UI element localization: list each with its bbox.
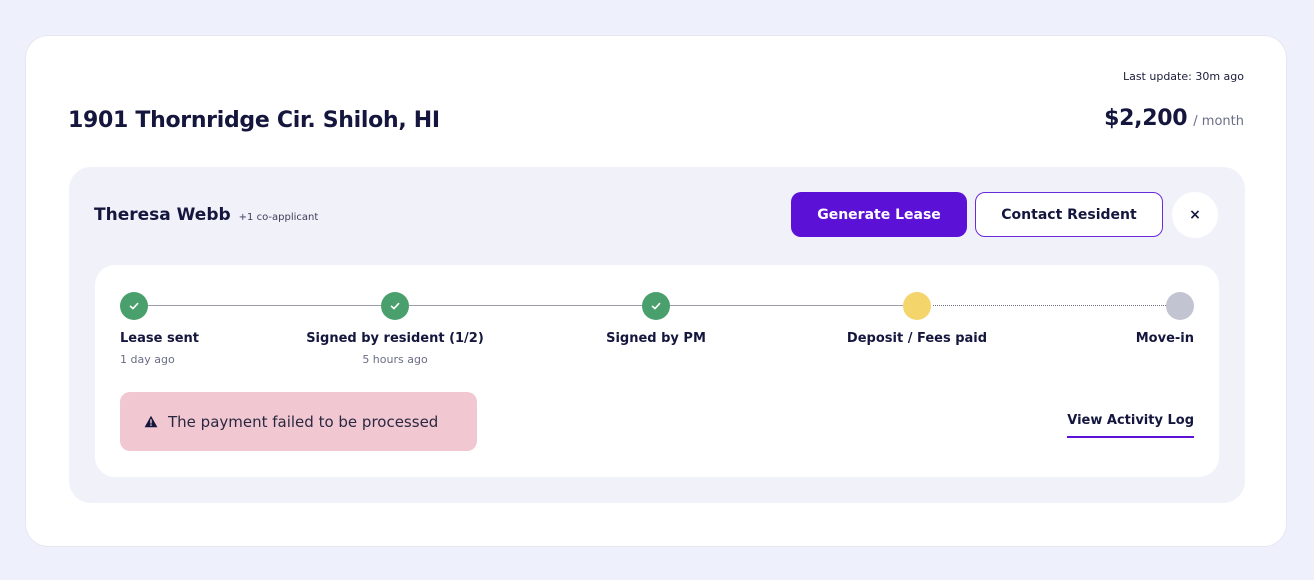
view-activity-log-link[interactable]: View Activity Log (1067, 413, 1194, 438)
close-icon: × (1189, 207, 1201, 223)
last-update-text: Last update: 30m ago (1122, 70, 1244, 83)
generate-lease-button[interactable]: Generate Lease (791, 192, 967, 237)
rent-amount: $2,200 (1104, 106, 1188, 131)
step-node-signed-pm (642, 292, 670, 320)
close-button[interactable]: × (1172, 192, 1218, 238)
step-node-deposit (903, 292, 931, 320)
step-time-signed-resident: 5 hours ago (362, 353, 428, 366)
progress-line (409, 305, 642, 306)
warning-icon (144, 415, 158, 428)
step-node-signed-resident (381, 292, 409, 320)
step-node-lease-sent (120, 292, 148, 320)
contact-resident-button[interactable]: Contact Resident (975, 192, 1163, 237)
step-label-signed-resident: Signed by resident (1/2) (306, 331, 484, 346)
check-icon (651, 302, 661, 310)
rent-unit: / month (1193, 114, 1244, 129)
step-time-lease-sent: 1 day ago (120, 353, 175, 366)
progress-track (120, 292, 1195, 320)
property-address: 1901 Thornridge Cir. Shiloh, HI (68, 108, 440, 133)
resident-row: Theresa Webb +1 co-applicant (94, 205, 318, 225)
lease-progress: Lease sent 1 day ago Signed by resident … (95, 265, 1219, 477)
step-label-move-in: Move-in (1135, 331, 1194, 346)
progress-line-pending (933, 305, 1166, 306)
check-icon (390, 302, 400, 310)
payment-error-alert: The payment failed to be processed (120, 392, 477, 451)
resident-name: Theresa Webb (94, 205, 231, 225)
lease-card: Last update: 30m ago 1901 Thornridge Cir… (26, 36, 1286, 546)
progress-line (670, 305, 903, 306)
rent-price: $2,200 / month (1104, 106, 1244, 131)
step-node-move-in (1166, 292, 1194, 320)
progress-line (148, 305, 381, 306)
check-icon (129, 302, 139, 310)
step-label-deposit: Deposit / Fees paid (846, 331, 988, 346)
applicant-panel: Theresa Webb +1 co-applicant Generate Le… (69, 167, 1245, 503)
co-applicant-count: +1 co-applicant (238, 212, 319, 223)
step-label-signed-pm: Signed by PM (606, 331, 706, 346)
alert-message: The payment failed to be processed (168, 412, 439, 431)
step-label-lease-sent: Lease sent (120, 331, 199, 346)
